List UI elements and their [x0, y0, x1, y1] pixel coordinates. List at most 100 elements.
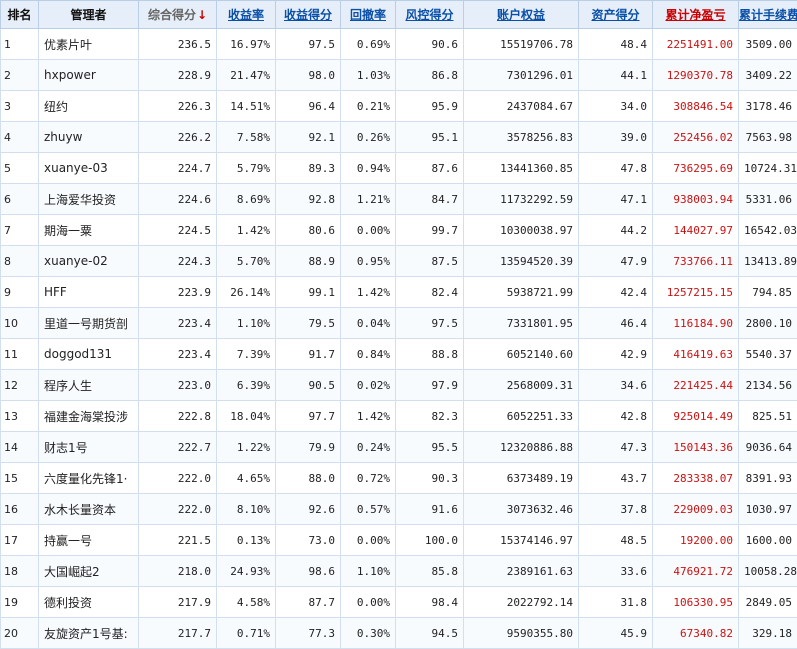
rank-cell: 10: [0, 307, 39, 339]
asset-score-cell: 31.8: [578, 586, 653, 618]
table-row: 14 财志1号 222.7 1.22% 79.9 0.24% 95.5 12320886.88…: [0, 431, 797, 463]
manager-name-link[interactable]: 大国崛起2: [38, 555, 139, 587]
return-score-cell: 91.7: [275, 338, 341, 370]
total-score-cell: 217.7: [138, 617, 217, 649]
header-manager: 管理者: [38, 0, 139, 29]
total-score-cell: 223.4: [138, 338, 217, 370]
header-asset-score[interactable]: 资产得分: [578, 0, 653, 29]
manager-name-link[interactable]: 德利投资: [38, 586, 139, 618]
rank-cell: 5: [0, 152, 39, 184]
total-score-cell: 223.0: [138, 369, 217, 401]
asset-score-cell: 44.2: [578, 214, 653, 246]
return-rate-cell: 16.97%: [216, 28, 276, 60]
manager-name-link[interactable]: hxpower: [38, 59, 139, 91]
manager-name-link[interactable]: 优素片叶: [38, 28, 139, 60]
manager-name-link[interactable]: 友旋资产1号基:: [38, 617, 139, 649]
total-fee-cell: 3178.46: [738, 90, 797, 122]
table-row: 20 友旋资产1号基: 217.7 0.71% 77.3 0.30% 94.5 9590355…: [0, 617, 797, 649]
manager-name-link[interactable]: 里道一号期货剖: [38, 307, 139, 339]
drawdown-rate-cell: 0.00%: [340, 524, 396, 556]
account-equity-cell: 11732292.59: [463, 183, 579, 215]
total-score-cell: 222.7: [138, 431, 217, 463]
total-score-cell: 218.0: [138, 555, 217, 587]
drawdown-rate-cell: 0.72%: [340, 462, 396, 494]
header-rank: 排名: [0, 0, 39, 29]
account-equity-cell: 3578256.83: [463, 121, 579, 153]
asset-score-cell: 45.9: [578, 617, 653, 649]
rank-cell: 15: [0, 462, 39, 494]
return-rate-cell: 8.10%: [216, 493, 276, 525]
net-profit-cell: 229009.03: [652, 493, 739, 525]
account-equity-cell: 2022792.14: [463, 586, 579, 618]
manager-name-link[interactable]: 水木长量资本: [38, 493, 139, 525]
return-score-cell: 97.7: [275, 400, 341, 432]
total-fee-cell: 825.51: [738, 400, 797, 432]
manager-name-link[interactable]: 上海爱华投资: [38, 183, 139, 215]
account-equity-cell: 7331801.95: [463, 307, 579, 339]
manager-name-link[interactable]: xuanye-03: [38, 152, 139, 184]
manager-name-link[interactable]: doggod131: [38, 338, 139, 370]
account-equity-cell: 2568009.31: [463, 369, 579, 401]
rank-cell: 13: [0, 400, 39, 432]
asset-score-cell: 47.1: [578, 183, 653, 215]
total-score-cell: 236.5: [138, 28, 217, 60]
risk-score-cell: 91.6: [395, 493, 464, 525]
total-score-cell: 224.6: [138, 183, 217, 215]
rank-cell: 16: [0, 493, 39, 525]
total-score-cell: 226.3: [138, 90, 217, 122]
manager-name-link[interactable]: 持赢一号: [38, 524, 139, 556]
drawdown-rate-cell: 1.42%: [340, 400, 396, 432]
manager-name-link[interactable]: 纽约: [38, 90, 139, 122]
manager-name-link[interactable]: zhuyw: [38, 121, 139, 153]
total-fee-cell: 2134.56: [738, 369, 797, 401]
account-equity-cell: 13594520.39: [463, 245, 579, 277]
total-score-cell: 222.8: [138, 400, 217, 432]
manager-name-link[interactable]: xuanye-02: [38, 245, 139, 277]
drawdown-rate-cell: 0.04%: [340, 307, 396, 339]
net-profit-cell: 19200.00: [652, 524, 739, 556]
total-score-cell: 217.9: [138, 586, 217, 618]
manager-name-link[interactable]: 期海一粟: [38, 214, 139, 246]
asset-score-cell: 48.5: [578, 524, 653, 556]
header-risk-score[interactable]: 风控得分: [395, 0, 464, 29]
return-rate-cell: 8.69%: [216, 183, 276, 215]
rank-cell: 6: [0, 183, 39, 215]
manager-name-link[interactable]: 财志1号: [38, 431, 139, 463]
header-return-score[interactable]: 收益得分: [275, 0, 341, 29]
return-rate-cell: 18.04%: [216, 400, 276, 432]
return-score-cell: 99.1: [275, 276, 341, 308]
asset-score-cell: 47.9: [578, 245, 653, 277]
net-profit-cell: 144027.97: [652, 214, 739, 246]
rank-cell: 7: [0, 214, 39, 246]
manager-name-link[interactable]: 程序人生: [38, 369, 139, 401]
rank-cell: 20: [0, 617, 39, 649]
return-score-cell: 77.3: [275, 617, 341, 649]
return-rate-cell: 1.42%: [216, 214, 276, 246]
return-score-cell: 97.5: [275, 28, 341, 60]
risk-score-cell: 97.5: [395, 307, 464, 339]
header-drawdown-rate[interactable]: 回撤率: [340, 0, 396, 29]
header-return-rate[interactable]: 收益率: [216, 0, 276, 29]
account-equity-cell: 12320886.88: [463, 431, 579, 463]
total-fee-cell: 3409.22: [738, 59, 797, 91]
manager-name-link[interactable]: 六度量化先锋1·: [38, 462, 139, 494]
net-profit-cell: 1257215.15: [652, 276, 739, 308]
return-score-cell: 92.6: [275, 493, 341, 525]
drawdown-rate-cell: 1.03%: [340, 59, 396, 91]
header-total-score[interactable]: 综合得分↓: [138, 0, 217, 29]
return-score-cell: 92.8: [275, 183, 341, 215]
account-equity-cell: 9590355.80: [463, 617, 579, 649]
drawdown-rate-cell: 1.42%: [340, 276, 396, 308]
header-total-fee[interactable]: 累计手续费: [738, 0, 797, 29]
rank-cell: 8: [0, 245, 39, 277]
account-equity-cell: 7301296.01: [463, 59, 579, 91]
risk-score-cell: 87.6: [395, 152, 464, 184]
header-net-profit[interactable]: 累计净盈亏: [652, 0, 739, 29]
total-score-cell: 223.4: [138, 307, 217, 339]
net-profit-cell: 1290370.78: [652, 59, 739, 91]
table-row: 18 大国崛起2 218.0 24.93% 98.6 1.10% 85.8 2389161.6…: [0, 555, 797, 587]
risk-score-cell: 85.8: [395, 555, 464, 587]
header-account-equity[interactable]: 账户权益: [463, 0, 579, 29]
manager-name-link[interactable]: 福建金海棠投涉: [38, 400, 139, 432]
manager-name-link[interactable]: HFF: [38, 276, 139, 308]
